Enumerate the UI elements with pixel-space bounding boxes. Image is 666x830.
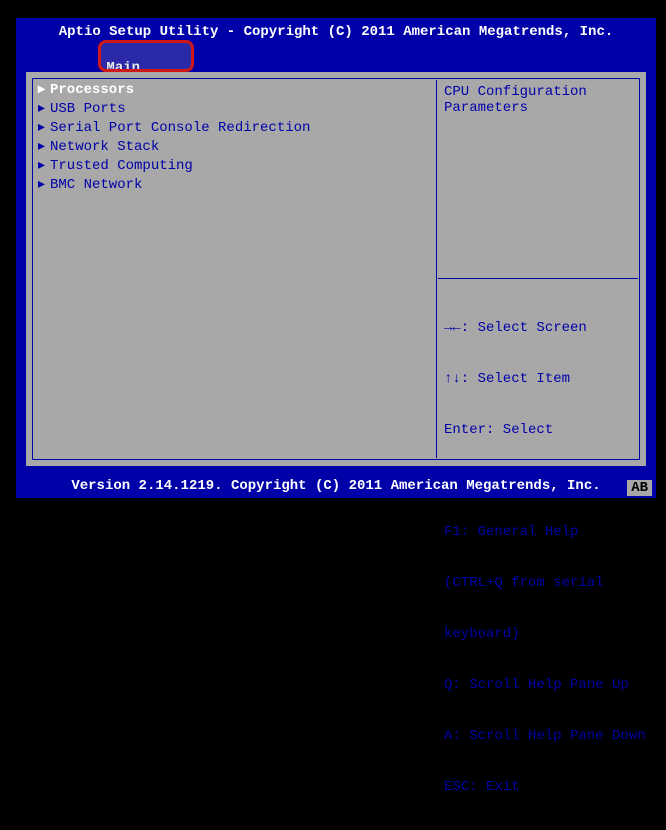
submenu-arrow-icon: ▸ [38,138,50,155]
hint-keyboard: keyboard) [444,626,632,643]
menu-pane: ▸Processors ▸USB Ports ▸Serial Port Cons… [34,80,437,458]
menu-item-label: Network Stack [50,139,159,155]
app-title: Aptio Setup Utility - Copyright (C) 2011… [16,18,656,40]
submenu-arrow-icon: ▸ [38,119,50,136]
menu-item-usb-ports[interactable]: ▸USB Ports [34,99,436,118]
hint-enter-select: Enter: Select [444,422,632,439]
hint-select-item: ↑↓: Select Item [444,371,632,388]
menu-item-label: USB Ports [50,101,126,117]
menu-item-label: Trusted Computing [50,158,193,174]
key-hints: →←: Select Screen ↑↓: Select Item Enter:… [438,286,638,830]
menu-item-serial-redirection[interactable]: ▸Serial Port Console Redirection [34,118,436,137]
help-description: CPU Configuration Parameters [438,80,638,120]
menu-item-processors[interactable]: ▸Processors [34,80,436,99]
submenu-arrow-icon: ▸ [38,176,50,193]
hint-scroll-down: A: Scroll Help Pane Down [444,728,632,745]
submenu-arrow-icon: ▸ [38,157,50,174]
menu-item-bmc-network[interactable]: ▸BMC Network [34,175,436,194]
hint-esc-exit: ESC: Exit [444,779,632,796]
bios-screen: Aptio Setup Utility - Copyright (C) 2011… [16,18,656,498]
help-divider [438,278,638,279]
body-panel: ▸Processors ▸USB Ports ▸Serial Port Cons… [26,72,646,466]
menu-item-label: Processors [50,82,134,98]
submenu-arrow-icon: ▸ [38,81,50,98]
help-pane: CPU Configuration Parameters →←: Select … [438,80,638,458]
menu-item-trusted-computing[interactable]: ▸Trusted Computing [34,156,436,175]
menu-item-label: Serial Port Console Redirection [50,120,310,136]
submenu-arrow-icon: ▸ [38,100,50,117]
hint-select-screen: →←: Select Screen [444,320,632,337]
header: Aptio Setup Utility - Copyright (C) 2011… [16,18,656,70]
menu-item-network-stack[interactable]: ▸Network Stack [34,137,436,156]
footer-version: Version 2.14.1219. Copyright (C) 2011 Am… [16,478,656,494]
hint-scroll-up: Q: Scroll Help Pane Up [444,677,632,694]
hint-ctrl-q: (CTRL+Q from serial [444,575,632,592]
footer-badge: AB [627,480,652,496]
hint-general-help: F1: General Help [444,524,632,541]
menu-item-label: BMC Network [50,177,142,193]
